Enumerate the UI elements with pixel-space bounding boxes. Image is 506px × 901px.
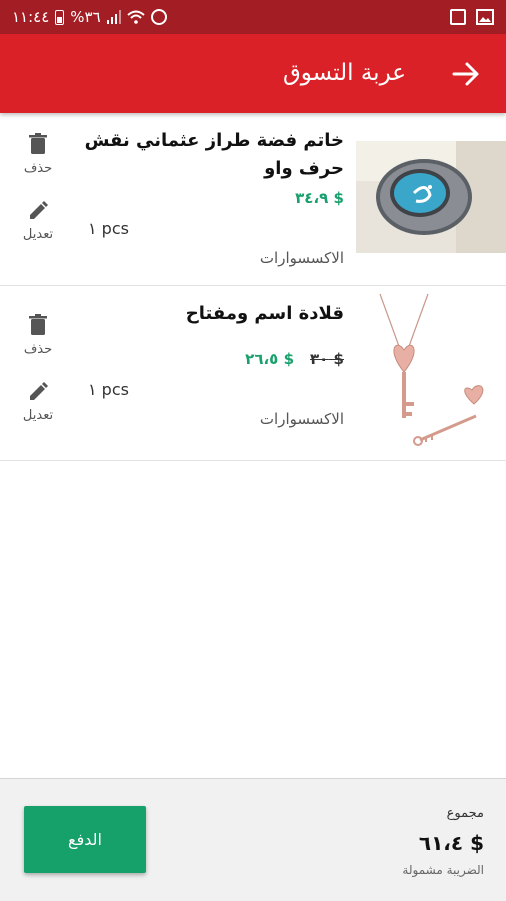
delete-button[interactable]: حذف xyxy=(20,314,56,357)
tax-note: الضريبة مشمولة xyxy=(402,863,484,877)
delete-button[interactable]: حذف xyxy=(20,133,56,176)
item-category: الاكسسوارات xyxy=(259,410,344,428)
item-old-price: $ ٣٠ xyxy=(310,350,344,368)
battery-percent: %٣٦ xyxy=(70,8,101,26)
checkout-bar: الدفع مجموع $ ٦١،٤ الضريبة مشمولة xyxy=(0,778,506,901)
battery-icon xyxy=(55,9,65,25)
delete-label: حذف xyxy=(23,161,53,176)
item-quantity: ١ pcs xyxy=(88,380,129,399)
signal-icon xyxy=(106,10,122,24)
pencil-icon xyxy=(30,201,48,219)
status-bar: ١١:٤٤ %٣٦ xyxy=(0,0,506,34)
status-time: ١١:٤٤ xyxy=(12,8,50,26)
gallery-notification-icon xyxy=(450,9,466,25)
item-price: $ ٢٦،٥ xyxy=(245,350,295,368)
delete-label: حذف xyxy=(23,342,53,357)
app-bar: عربة التسوق xyxy=(0,34,506,113)
arrow-right-icon[interactable] xyxy=(450,58,482,90)
edit-label: تعديل xyxy=(22,408,54,423)
silver-ring-turquoise-image xyxy=(356,141,506,253)
item-price: $ ٣٤،٩ xyxy=(295,189,344,207)
item-category: الاكسسوارات xyxy=(259,249,344,267)
status-right xyxy=(450,0,494,34)
item-name: قلادة اسم ومفتاح xyxy=(185,303,344,324)
heart-key-necklace-image xyxy=(356,290,506,454)
item-price-row: $ ٣٠ $ ٢٦،٥ xyxy=(245,350,344,368)
total-value: $ ٦١،٤ xyxy=(418,831,484,855)
item-quantity: ١ pcs xyxy=(88,219,129,238)
alarm-icon xyxy=(150,9,167,25)
page-title: عربة التسوق xyxy=(282,60,406,86)
edit-button[interactable]: تعديل xyxy=(20,201,56,242)
item-price-row: $ ٣٤،٩ xyxy=(295,189,344,207)
trash-icon xyxy=(29,314,47,335)
item-name: خاتم فضة طراز عثماني نقش حرف واو xyxy=(84,130,344,179)
pencil-icon xyxy=(30,382,48,400)
trash-icon xyxy=(29,133,47,154)
cart-item[interactable]: خاتم فضة طراز عثماني نقش حرف واو $ ٣٤،٩ … xyxy=(0,113,506,286)
status-left: ١١:٤٤ %٣٦ xyxy=(12,0,167,34)
total-label: مجموع xyxy=(446,806,484,821)
edit-button[interactable]: تعديل xyxy=(20,382,56,423)
pay-button[interactable]: الدفع xyxy=(24,806,146,873)
wifi-icon xyxy=(127,10,145,24)
cart-item[interactable]: قلادة اسم ومفتاح $ ٣٠ $ ٢٦،٥ ١ pcs الاكس… xyxy=(0,286,506,461)
edit-label: تعديل xyxy=(22,227,54,242)
image-notification-icon xyxy=(476,9,494,25)
